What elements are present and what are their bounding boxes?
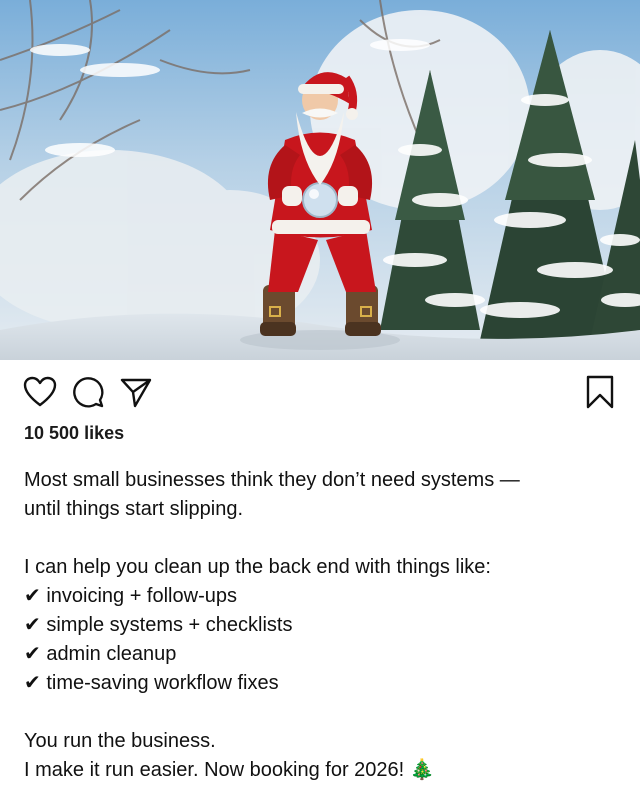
winter-santa-illustration — [0, 0, 640, 360]
action-bar — [0, 360, 640, 422]
speech-bubble-icon — [73, 377, 104, 408]
paper-plane-icon — [120, 378, 152, 408]
caption-line: You run the business. — [24, 730, 216, 752]
caption-checklist-item: ✔ admin cleanup — [24, 643, 177, 665]
caption-checklist-item: ✔ simple systems + checklists — [24, 614, 293, 636]
like-button[interactable] — [22, 374, 58, 410]
likes-count[interactable]: 10 500 likes — [24, 423, 124, 444]
caption-line: Most small businesses think they don’t n… — [24, 469, 520, 491]
comment-button[interactable] — [70, 374, 106, 410]
caption-checklist-item: ✔ time-saving workflow fixes — [24, 672, 279, 694]
post-image[interactable] — [0, 0, 640, 360]
likes-number: 10 500 — [24, 423, 80, 443]
caption-checklist-item: ✔ invoicing + follow-ups — [24, 585, 237, 607]
save-button[interactable] — [582, 374, 618, 410]
share-button[interactable] — [118, 374, 154, 410]
caption-line: I can help you clean up the back end wit… — [24, 556, 491, 578]
post-caption: Most small businesses think they don’t n… — [24, 466, 620, 785]
heart-icon — [23, 376, 57, 407]
instagram-post: 10 500 likes Most small businesses think… — [0, 0, 640, 800]
bookmark-icon — [586, 375, 614, 409]
likes-label: likes — [84, 423, 125, 443]
caption-line: until things start slipping. — [24, 498, 244, 520]
caption-line: I make it run easier. Now booking for 20… — [24, 759, 435, 781]
